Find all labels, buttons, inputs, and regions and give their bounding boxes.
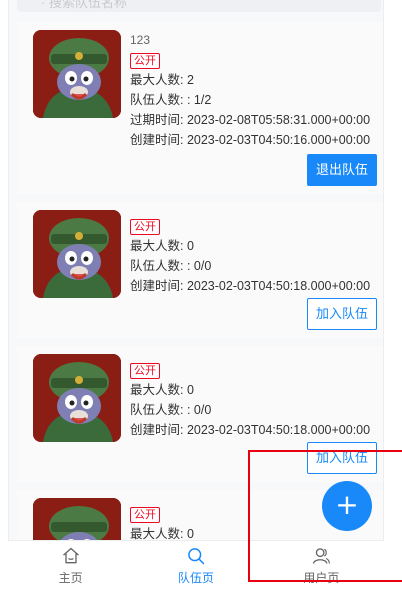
tab-home[interactable]: 主页: [8, 541, 133, 590]
team-create-time: 创建时间: 2023-02-03T04:50:18.000+00:00: [130, 279, 371, 293]
team-max-members: 最大人数: 0: [130, 239, 194, 253]
add-team-button[interactable]: +: [322, 481, 372, 531]
join-team-button[interactable]: 加入队伍: [306, 442, 377, 474]
tab-team-label: 队伍页: [177, 570, 214, 585]
team-create-time: 创建时间: 2023-02-03T04:50:18.000+00:00: [130, 423, 371, 437]
team-avatar: [33, 210, 121, 298]
team-member-count: 队伍人数: : 0/0: [130, 259, 212, 273]
tab-user[interactable]: 用户页: [259, 541, 384, 590]
team-expire-time: 过期时间: 2023-02-08T05:58:31.000+00:00: [130, 113, 371, 127]
team-member-count: 队伍人数: : 0/0: [130, 403, 212, 417]
team-avatar: [33, 30, 121, 118]
search-bar-remnant[interactable]: · 搜索队伍名称: [17, 0, 381, 12]
bottom-tabbar: 主页 队伍页 用户页: [8, 540, 384, 590]
tab-user-label: 用户页: [303, 570, 340, 585]
home-icon: [62, 547, 79, 563]
cartoon-avatar-image: [33, 210, 121, 298]
team-card: 公开 最大人数: 0 队伍人数: : 0/0 创建时间: 2023-02-03T…: [17, 346, 383, 482]
join-team-button[interactable]: 加入队伍: [306, 298, 377, 330]
tab-team[interactable]: 队伍页: [133, 541, 258, 590]
user-icon: [313, 547, 331, 564]
tab-home-label: 主页: [58, 570, 83, 585]
team-name: 123: [130, 33, 151, 47]
status-badge: 公开: [130, 363, 160, 379]
status-badge: 公开: [130, 219, 160, 235]
status-badge: 公开: [130, 53, 160, 69]
team-card: 123 公开 最大人数: 2 队伍人数: : 1/2 过期时间: 2023-02…: [17, 22, 383, 194]
cartoon-avatar-image: [33, 30, 121, 118]
team-card: 公开 最大人数: 0 队伍人数: : 0/0 创建时间: 2023-02-03T…: [17, 202, 383, 338]
team-max-members: 最大人数: 0: [130, 383, 194, 397]
team-member-count: 队伍人数: : 1/2: [130, 93, 212, 107]
quit-team-button[interactable]: 退出队伍: [306, 154, 377, 186]
team-create-time: 创建时间: 2023-02-03T04:50:16.000+00:00: [130, 133, 371, 147]
team-max-members: 最大人数: 2: [130, 73, 194, 87]
team-avatar: [33, 354, 121, 442]
cartoon-avatar-image: [33, 354, 121, 442]
search-hint: · 搜索队伍名称: [41, 0, 127, 10]
status-badge: 公开: [130, 507, 160, 523]
search-icon: [188, 547, 205, 564]
